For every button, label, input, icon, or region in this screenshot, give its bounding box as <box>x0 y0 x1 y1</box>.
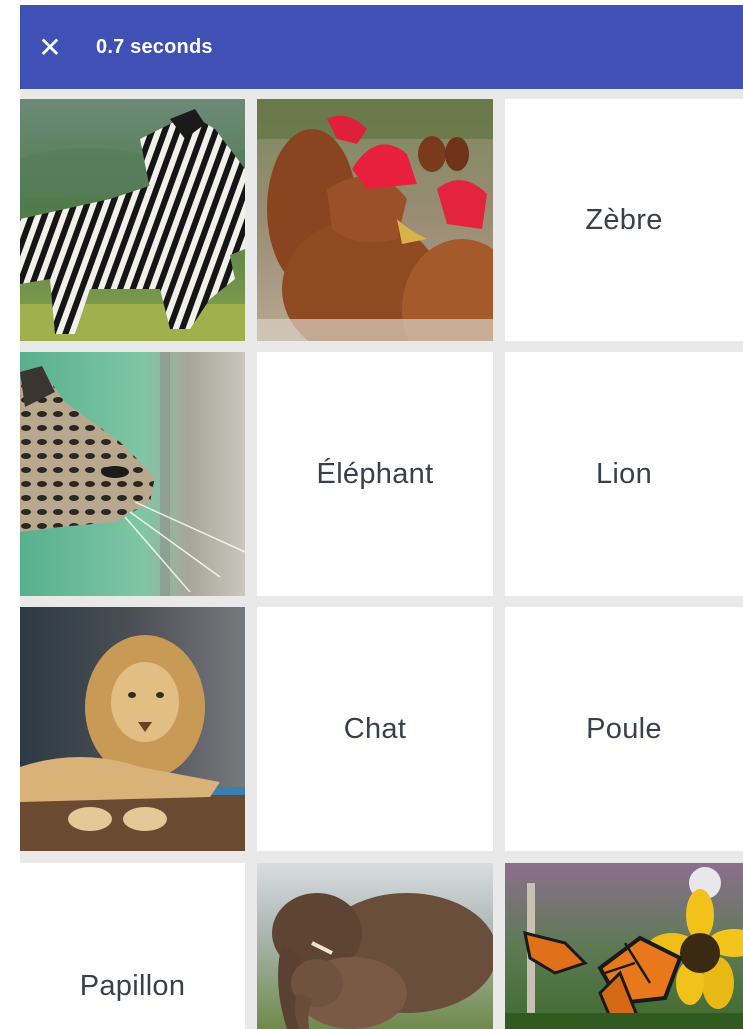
word-card-lion[interactable]: Lion <box>505 352 743 596</box>
close-icon[interactable]: ✕ <box>20 5 80 89</box>
word-card-papillon[interactable]: Papillon <box>20 863 245 1029</box>
cat-image <box>20 352 245 596</box>
elephant-photo-card[interactable] <box>257 863 493 1029</box>
hens-image <box>257 99 493 341</box>
word-card-elephant[interactable]: Éléphant <box>257 352 493 596</box>
word-card-zebre[interactable]: Zèbre <box>505 99 743 341</box>
hens-photo-card[interactable] <box>257 99 493 341</box>
lion-image <box>20 607 245 851</box>
top-bar: ✕ 0.7 seconds <box>20 5 743 89</box>
word-label: Poule <box>586 712 662 745</box>
elapsed-timer: 0.7 seconds <box>96 35 213 58</box>
elephant-image <box>257 863 493 1029</box>
zebra-image <box>20 99 245 341</box>
word-card-poule[interactable]: Poule <box>505 607 743 851</box>
lion-photo-card[interactable] <box>20 607 245 851</box>
word-label: Papillon <box>79 970 186 1002</box>
word-label: Chat <box>343 712 407 745</box>
word-card-chat[interactable]: Chat <box>257 607 493 851</box>
word-label: Zèbre <box>585 203 663 236</box>
cat-photo-card[interactable] <box>20 352 245 596</box>
word-label: Éléphant <box>316 457 434 490</box>
butterfly-image <box>505 863 743 1029</box>
zebra-photo-card[interactable] <box>20 99 245 341</box>
match-game-screen: ✕ 0.7 seconds Zèbre Éléphant Lion Chat P… <box>0 0 743 1029</box>
butterfly-photo-card[interactable] <box>505 863 743 1029</box>
word-label: Lion <box>595 457 653 490</box>
